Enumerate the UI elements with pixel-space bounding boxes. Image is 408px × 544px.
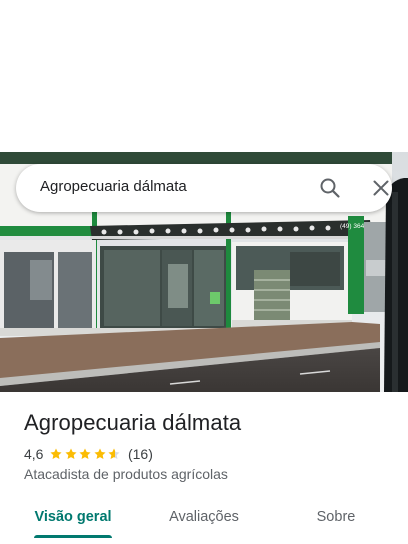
star-icon: [65, 448, 77, 459]
place-title: Agropecuaria dálmata: [24, 410, 242, 435]
star-icon: [50, 448, 63, 459]
rating-value: 4,6: [24, 446, 44, 462]
star-icon: [108, 448, 121, 459]
search-icon[interactable]: [318, 176, 342, 200]
search-bar[interactable]: Agropecuaria dálmata: [16, 164, 392, 212]
tab-reviews[interactable]: Avaliações: [154, 496, 254, 538]
place-info-panel: Agropecuaria dálmata 4,6 (16) Atacadista…: [0, 392, 408, 544]
place-category: Atacadista de produtos agrícolas: [24, 466, 228, 482]
star-icon: [94, 448, 106, 459]
rating-row[interactable]: 4,6 (16): [24, 445, 153, 463]
close-icon[interactable]: [369, 176, 393, 200]
map-blank-area: [0, 0, 408, 152]
active-tab-indicator: [34, 535, 112, 538]
tab-bar: Visão geral Avaliações Sobre: [0, 496, 408, 538]
tab-overview[interactable]: Visão geral: [24, 496, 122, 538]
search-input[interactable]: Agropecuaria dálmata: [40, 178, 187, 195]
review-count[interactable]: (16): [128, 446, 153, 462]
star-icon: [79, 448, 92, 459]
star-rating: [49, 447, 122, 461]
tab-about[interactable]: Sobre: [296, 496, 376, 538]
